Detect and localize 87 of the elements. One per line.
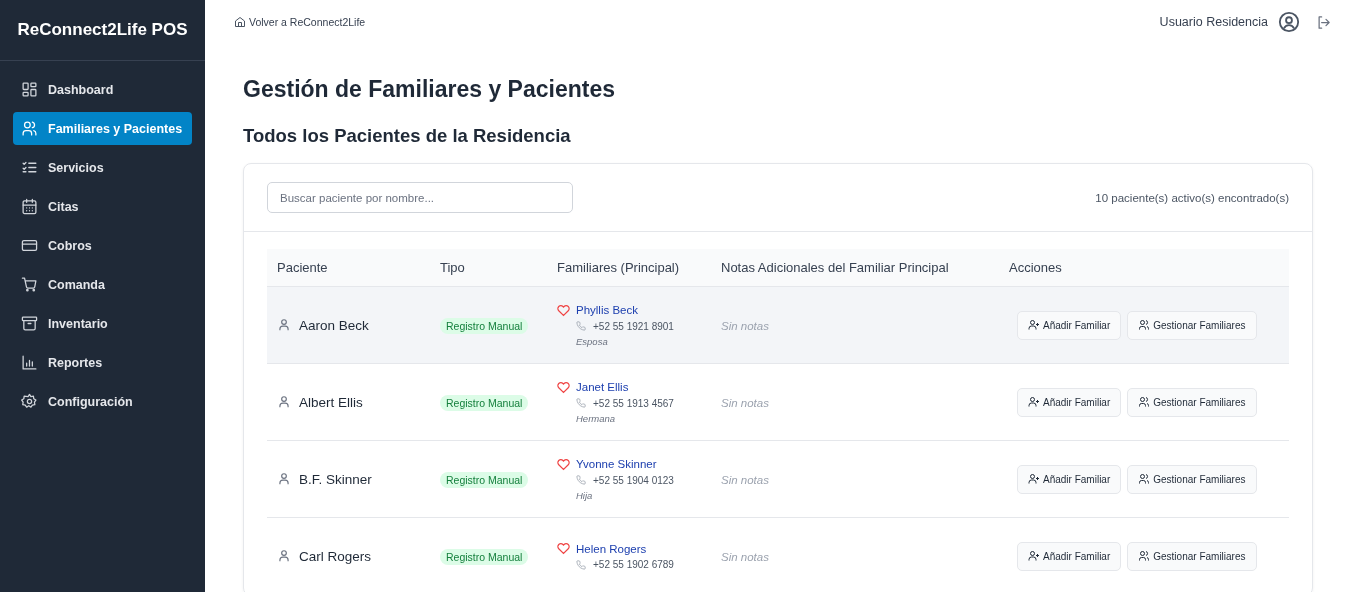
phone-icon bbox=[576, 398, 586, 408]
patient-name: Carl Rogers bbox=[299, 548, 372, 564]
add-family-button[interactable]: Añadir Familiar bbox=[1017, 387, 1122, 417]
type-tag: Registro Manual bbox=[440, 472, 529, 488]
heart-icon bbox=[557, 303, 570, 317]
table-row[interactable]: Albert Ellis Registro Manual Janet Ellis +52 55 1913 4567 Hermana Sin notas Añadir Familiar Gestionar Familiares bbox=[267, 364, 1289, 441]
patient-name: Albert Ellis bbox=[299, 394, 363, 410]
relationship: Hija bbox=[575, 489, 594, 501]
grid-icon bbox=[21, 81, 38, 98]
manage-family-button[interactable]: Gestionar Familiares bbox=[1127, 464, 1257, 494]
search-field[interactable]: Buscar paciente por nombre... bbox=[267, 182, 573, 213]
column-header: Tipo bbox=[439, 260, 466, 275]
user-plus-icon bbox=[1028, 396, 1040, 408]
nav-item[interactable]: Inventario bbox=[13, 307, 192, 340]
notes-text: Sin notas bbox=[721, 397, 769, 409]
users-icon bbox=[1138, 473, 1151, 485]
relationship: Esposa bbox=[575, 335, 609, 347]
family-member-name: Yvonne Skinner bbox=[576, 458, 657, 470]
column-header: Notas Adicionales del Familiar Principal bbox=[720, 260, 950, 275]
logout-icon[interactable] bbox=[1316, 14, 1331, 30]
notes-text: Sin notas bbox=[721, 551, 769, 563]
user-plus-icon bbox=[1028, 319, 1040, 331]
users-icon bbox=[1138, 319, 1151, 331]
user-plus-icon bbox=[1028, 473, 1040, 485]
user-name: Usuario Residencia bbox=[1159, 15, 1268, 29]
family-member-name: Janet Ellis bbox=[576, 381, 629, 393]
relationship: Hermana bbox=[575, 412, 617, 424]
type-tag: Registro Manual bbox=[440, 549, 529, 565]
users-icon bbox=[1138, 396, 1151, 408]
person-icon bbox=[277, 472, 291, 486]
nav-item[interactable]: Servicios bbox=[13, 151, 192, 184]
patient-name: Aaron Beck bbox=[299, 317, 369, 333]
users-icon bbox=[1138, 550, 1151, 562]
notes-text: Sin notas bbox=[721, 474, 769, 486]
settings-icon bbox=[21, 393, 38, 410]
user-avatar-icon[interactable] bbox=[1278, 11, 1300, 33]
table-row[interactable]: Carl Rogers Registro Manual Helen Rogers +52 55 1902 6789 Sin notas Añadir Familiar Gestionar Familiares bbox=[267, 518, 1289, 592]
home-icon bbox=[234, 16, 246, 28]
card-icon bbox=[21, 237, 38, 254]
manage-family-button[interactable]: Gestionar Familiares bbox=[1127, 310, 1257, 340]
type-tag: Registro Manual bbox=[440, 318, 529, 334]
phone-number: +52 55 1921 8901 bbox=[593, 320, 674, 332]
type-tag: Registro Manual bbox=[440, 395, 529, 411]
manage-family-button[interactable]: Gestionar Familiares bbox=[1127, 387, 1257, 417]
phone-icon bbox=[576, 321, 586, 331]
person-icon bbox=[277, 318, 291, 332]
nav-item[interactable]: Cobros bbox=[13, 229, 192, 262]
phone-number: +52 55 1913 4567 bbox=[593, 397, 674, 409]
nav-item[interactable]: Reportes bbox=[13, 346, 192, 379]
phone-number: +52 55 1902 6789 bbox=[593, 559, 674, 570]
table-row[interactable]: B.F. Skinner Registro Manual Yvonne Skinner +52 55 1904 0123 Hija Sin notas Añadir Familiar Gestionar Familiares bbox=[267, 441, 1289, 518]
archive-icon bbox=[21, 315, 38, 332]
patient-name: B.F. Skinner bbox=[299, 471, 372, 487]
heart-icon bbox=[557, 380, 570, 394]
column-header: Paciente bbox=[276, 260, 329, 275]
user-plus-icon bbox=[1028, 550, 1040, 562]
heart-icon bbox=[557, 457, 570, 471]
phone-number: +52 55 1904 0123 bbox=[593, 474, 674, 486]
section-title: Todos los Pacientes de la Residencia bbox=[243, 125, 572, 147]
family-member-name: Helen Rogers bbox=[576, 542, 647, 555]
manage-family-button[interactable]: Gestionar Familiares bbox=[1127, 541, 1257, 571]
column-header: Acciones bbox=[1008, 260, 1063, 275]
heart-icon bbox=[557, 542, 570, 555]
nav-item[interactable]: Comanda bbox=[13, 268, 192, 301]
users-icon bbox=[21, 120, 38, 137]
back-link[interactable]: Volver a ReConnect2Life bbox=[234, 16, 366, 28]
person-icon bbox=[277, 395, 291, 409]
add-family-button[interactable]: Añadir Familiar bbox=[1017, 541, 1122, 571]
brand-title: ReConnect2Life POS bbox=[16, 19, 189, 41]
phone-icon bbox=[576, 475, 586, 485]
nav-item[interactable]: Dashboard bbox=[13, 73, 192, 106]
add-family-button[interactable]: Añadir Familiar bbox=[1017, 310, 1122, 340]
cart-icon bbox=[21, 276, 38, 293]
bar-chart-icon bbox=[21, 354, 38, 371]
nav-item[interactable]: Familiares y Pacientes bbox=[13, 112, 192, 145]
result-count: 10 paciente(s) activo(s) encontrado(s) bbox=[1095, 191, 1289, 204]
person-icon bbox=[277, 549, 291, 563]
nav-item[interactable]: Citas bbox=[13, 190, 192, 223]
page-title: Gestión de Familiares y Pacientes bbox=[243, 76, 616, 103]
notes-text: Sin notas bbox=[721, 320, 769, 332]
add-family-button[interactable]: Añadir Familiar bbox=[1017, 464, 1122, 494]
family-member-name: Phyllis Beck bbox=[576, 304, 638, 316]
nav-item[interactable]: Configuración bbox=[13, 385, 192, 418]
table-row[interactable]: Aaron Beck Registro Manual Phyllis Beck +52 55 1921 8901 Esposa Sin notas Añadir Familiar Gestionar Familiares bbox=[267, 287, 1289, 364]
calendar-icon bbox=[21, 198, 38, 215]
phone-icon bbox=[576, 559, 586, 570]
column-header: Familiares (Principal) bbox=[556, 260, 681, 275]
